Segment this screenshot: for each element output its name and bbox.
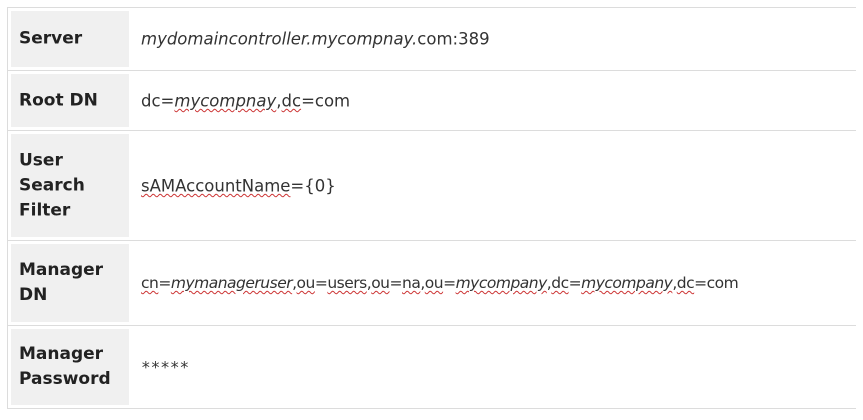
value-segment: ou [424,274,444,292]
table-row-manager-password: Manager Password ***** [8,326,856,408]
value-segment: mycompany [455,274,548,292]
value-segment: = [314,274,328,292]
row-value: mydomaincontroller.mycompnay.com:389 [141,30,490,49]
value-segment: mycompany [581,274,673,292]
value-segment: = [389,274,403,292]
value-segment: cn [141,274,159,292]
row-header-cell: User Search Filter [11,134,129,237]
value-segment: = [158,274,171,292]
row-label: Root DN [19,90,98,110]
row-header-cell: Root DN [11,74,129,127]
value-segment: sAMAccountName [141,176,291,195]
value-segment: na [402,274,421,292]
table-row-manager-dn: Manager DN cn=mymanageruser,ou=users,ou=… [8,241,856,326]
row-value: sAMAccountName={0} [141,176,336,195]
value-segment: users [327,274,367,292]
row-value: ***** [141,358,189,377]
value-segment: mydomaincontroller.mycompnay. [141,29,418,49]
row-label: Manager Password [19,344,111,389]
value-segment: ***** [141,357,190,377]
row-header-cell: Manager DN [11,244,129,322]
table-row-server: Server mydomaincontroller.mycompnay.com:… [8,8,856,71]
row-label: Manager DN [19,260,104,305]
value-segment: ou [371,274,390,292]
row-header-cell: Server [11,11,129,67]
value-segment: mycompnay [174,91,277,110]
table-row-root-dn: Root DN dc=mycompnay,dc=com [8,71,856,131]
row-label: User Search Filter [19,150,85,220]
value-segment: =com [301,91,351,110]
value-segment: dc [551,274,569,292]
value-segment: =com [694,274,739,292]
value-segment: ou [296,274,316,292]
value-segment: dc [281,91,302,110]
value-segment: dc= [141,91,175,110]
row-value: dc=mycompnay,dc=com [141,91,350,110]
ldap-settings-table: Server mydomaincontroller.mycompnay.com:… [7,7,856,409]
value-segment: dc [676,274,695,292]
value-segment: = [568,274,582,292]
value-segment: com:389 [417,29,490,49]
value-segment: = [443,274,456,292]
row-label: Server [19,28,83,49]
value-segment: mymanageruser [170,274,293,292]
row-header-cell: Manager Password [11,329,129,405]
row-value: cn=mymanageruser,ou=users,ou=na,ou=mycom… [141,274,739,292]
value-segment: ={0} [290,176,336,195]
table-row-user-search-filter: User Search Filter sAMAccountName={0} [8,131,856,241]
